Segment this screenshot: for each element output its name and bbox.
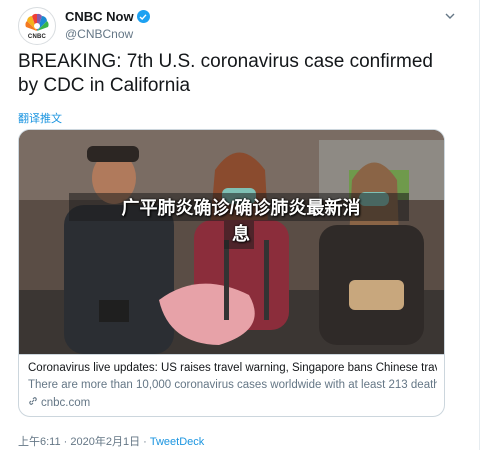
- tweet-meta: 上午6:11 · 2020年2月1日 · TweetDeck: [18, 433, 204, 449]
- account-info: CNBC Now @CNBCnow: [65, 9, 150, 41]
- link-card[interactable]: 广平肺炎确诊/确诊肺炎最新消 息 Coronavirus live update…: [18, 129, 445, 417]
- cnbc-peacock-logo: [25, 13, 49, 31]
- link-icon: [28, 396, 38, 409]
- avatar[interactable]: CNBC: [18, 7, 56, 45]
- meta-separator: ·: [140, 436, 150, 448]
- account-handle[interactable]: @CNBCnow: [65, 27, 150, 41]
- card-description: There are more than 10,000 coronavirus c…: [28, 379, 437, 391]
- timestamp[interactable]: 上午6:11 · 2020年2月1日: [18, 436, 140, 448]
- avatar-wordmark: CNBC: [27, 33, 47, 40]
- card-title: Coronavirus live updates: US raises trav…: [28, 362, 437, 374]
- translate-link[interactable]: 翻译推文: [18, 110, 62, 126]
- name-row: CNBC Now: [65, 9, 150, 24]
- source-link[interactable]: TweetDeck: [150, 436, 204, 448]
- verified-badge-icon: [136, 10, 150, 23]
- card-body: Coronavirus live updates: US raises trav…: [19, 354, 444, 416]
- card-photo: 广平肺炎确诊/确诊肺炎最新消 息: [19, 130, 444, 354]
- tweet: CNBC CNBC Now @CNBCnow BREAKING: 7th U.S…: [0, 0, 480, 450]
- card-domain: cnbc.com: [28, 396, 437, 409]
- tweet-header: CNBC CNBC Now @CNBCnow: [18, 7, 458, 47]
- card-domain-text: cnbc.com: [41, 396, 91, 409]
- chevron-down-icon[interactable]: [442, 9, 458, 23]
- account-name[interactable]: CNBC Now: [65, 9, 134, 24]
- tweet-text: BREAKING: 7th U.S. coronavirus case conf…: [18, 51, 433, 96]
- overlay-line-2: 息: [232, 224, 250, 244]
- image-caption-overlay: 广平肺炎确诊/确诊肺炎最新消 息: [76, 195, 406, 251]
- overlay-line-1: 广平肺炎确诊/确诊肺炎最新消: [121, 198, 361, 218]
